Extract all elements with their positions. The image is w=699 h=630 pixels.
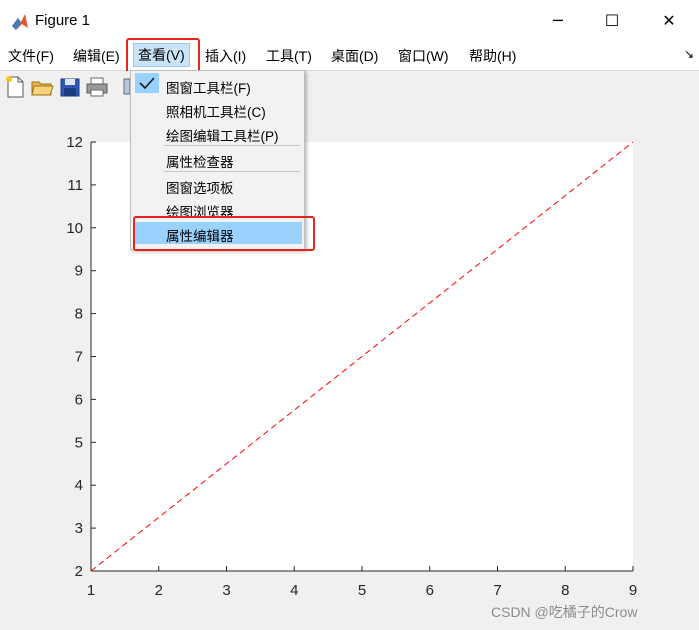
menu-item-property-inspector[interactable]: 属性检查器: [131, 148, 304, 170]
menu-file[interactable]: 文件(F): [8, 46, 54, 66]
menu-item-label: 属性检查器: [166, 155, 234, 170]
menu-item-label: 属性编辑器: [166, 229, 234, 244]
minimize-button[interactable]: ─: [535, 6, 581, 34]
menu-item-property-editor[interactable]: 属性编辑器: [135, 222, 302, 244]
y-tick-label: 12: [66, 134, 83, 151]
close-button[interactable]: ✕: [646, 6, 692, 34]
menubar-overflow-icon[interactable]: ↘: [684, 47, 694, 61]
y-tick-label: 11: [67, 177, 83, 194]
maximize-button[interactable]: ☐: [589, 6, 635, 34]
y-tick-label: 5: [75, 434, 83, 451]
y-tick-label: 10: [66, 220, 83, 237]
watermark: CSDN @吃橘子的Crow: [491, 604, 638, 620]
window-title: Figure 1: [35, 12, 91, 29]
save-icon[interactable]: [57, 74, 83, 100]
menu-separator: [164, 171, 300, 172]
title-bar: Figure 1 ─ ☐ ✕: [0, 0, 699, 40]
menu-item-plot-edit-toolbar[interactable]: 绘图编辑工具栏(P): [131, 122, 304, 144]
menu-tools[interactable]: 工具(T): [266, 46, 312, 66]
x-tick-label: 7: [493, 582, 501, 599]
y-tick-label: 6: [75, 391, 83, 408]
x-tick-label: 2: [155, 582, 163, 599]
x-tick-label: 3: [222, 582, 230, 599]
x-tick-label: 8: [561, 582, 569, 599]
menu-insert[interactable]: 插入(I): [205, 46, 246, 66]
menu-view[interactable]: 查看(V): [133, 43, 190, 67]
menu-window[interactable]: 窗口(W): [398, 46, 449, 66]
matlab-logo-icon: [12, 14, 28, 30]
y-tick-label: 7: [75, 349, 83, 366]
view-dropdown-menu: 图窗工具栏(F) 照相机工具栏(C) 绘图编辑工具栏(P) 属性检查器 图窗选项…: [130, 70, 305, 250]
y-tick-label: 9: [75, 263, 83, 280]
menu-item-label: 绘图编辑工具栏(P): [166, 129, 279, 144]
menu-separator: [164, 145, 300, 146]
menu-item-label: 图窗选项板: [166, 181, 234, 196]
figure-toolbar: [0, 71, 699, 103]
y-tick-label: 2: [75, 563, 83, 580]
menu-item-label: 绘图浏览器: [166, 205, 234, 220]
x-tick-label: 6: [426, 582, 434, 599]
y-tick-label: 4: [75, 477, 83, 494]
menu-desktop[interactable]: 桌面(D): [331, 46, 378, 66]
menu-item-camera-toolbar[interactable]: 照相机工具栏(C): [131, 98, 304, 120]
menu-item-figure-palette[interactable]: 图窗选项板: [131, 174, 304, 196]
menu-item-plot-browser[interactable]: 绘图浏览器: [131, 198, 304, 220]
new-figure-icon[interactable]: [2, 74, 28, 100]
menu-bar: 文件(F) 编辑(E) 查看(V) 插入(I) 工具(T) 桌面(D) 窗口(W…: [0, 40, 699, 71]
menu-edit[interactable]: 编辑(E): [73, 46, 120, 66]
partially-hidden-tool-icon[interactable]: [120, 74, 130, 100]
x-tick-label: 9: [629, 582, 637, 599]
print-icon[interactable]: [84, 74, 110, 100]
menu-item-label: 照相机工具栏(C): [166, 105, 266, 120]
menu-item-label: 图窗工具栏(F): [166, 81, 251, 96]
x-tick-label: 5: [358, 582, 366, 599]
open-folder-icon[interactable]: [29, 74, 55, 100]
menu-help[interactable]: 帮助(H): [469, 46, 516, 66]
y-tick-label: 3: [75, 520, 83, 537]
x-tick-label: 4: [290, 582, 298, 599]
menu-item-figure-toolbar[interactable]: 图窗工具栏(F): [131, 74, 304, 96]
x-tick-label: 1: [87, 582, 95, 599]
y-tick-label: 8: [75, 306, 83, 323]
